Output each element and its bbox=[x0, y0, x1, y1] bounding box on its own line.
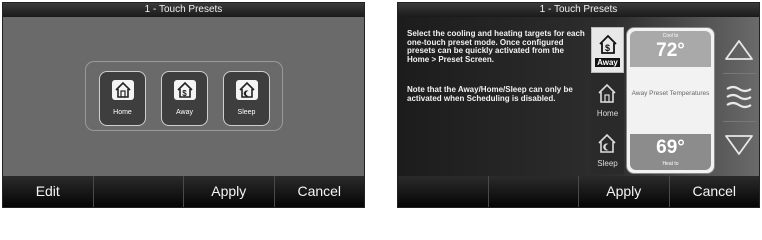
fan-waves-icon[interactable] bbox=[719, 81, 759, 113]
house-icon bbox=[598, 83, 616, 103]
up-arrow-icon[interactable] bbox=[719, 34, 759, 64]
footer-bar: Edit Apply Cancel bbox=[3, 176, 364, 207]
edit-button[interactable]: Edit bbox=[3, 176, 94, 207]
preset-home-button[interactable]: Home bbox=[99, 71, 146, 126]
mode-selector: $ Away Home Sleep bbox=[591, 27, 624, 174]
cancel-button[interactable]: Cancel bbox=[670, 176, 760, 207]
down-arrow-icon[interactable] bbox=[719, 131, 759, 161]
divider bbox=[723, 73, 757, 74]
footer-bar: Apply Cancel bbox=[398, 176, 759, 207]
preset-label: Home bbox=[113, 109, 132, 116]
note-text: Note that the Away/Home/Sleep can only b… bbox=[407, 85, 573, 103]
empty-footer-slot bbox=[398, 176, 489, 207]
svg-text:$: $ bbox=[605, 43, 610, 53]
mode-label: Away bbox=[595, 58, 620, 67]
cool-label: Cool to bbox=[662, 33, 679, 39]
mode-label: Sleep bbox=[597, 159, 618, 168]
preset-away-button[interactable]: $ Away bbox=[161, 71, 208, 126]
presets-screen: 1 - Touch Presets Home $ Away Sleep Edit… bbox=[2, 2, 365, 208]
instructions-text: Select the cooling and heating targets f… bbox=[407, 29, 585, 64]
heat-value: 69° bbox=[656, 137, 685, 158]
preset-label: Away bbox=[176, 109, 193, 116]
mode-home-button[interactable]: Home bbox=[591, 77, 624, 123]
mode-sleep-button[interactable]: Sleep bbox=[591, 127, 624, 173]
svg-text:$: $ bbox=[182, 89, 187, 98]
apply-button[interactable]: Apply bbox=[184, 176, 275, 207]
house-dollar-icon: $ bbox=[174, 80, 196, 100]
house-icon bbox=[112, 80, 134, 100]
divider bbox=[723, 121, 757, 122]
apply-button[interactable]: Apply bbox=[579, 176, 670, 207]
empty-footer-slot bbox=[94, 176, 184, 207]
heat-setpoint[interactable]: 69° Heat to bbox=[630, 134, 711, 170]
heat-label: Heat to bbox=[662, 161, 679, 167]
temperature-card: Cool to 72° Away Preset Temperatures 69°… bbox=[626, 27, 715, 174]
mode-label: Home bbox=[596, 109, 619, 118]
preset-label: Sleep bbox=[237, 109, 256, 116]
house-moon-icon bbox=[598, 133, 616, 153]
house-dollar-icon: $ bbox=[599, 34, 617, 54]
preset-sleep-button[interactable]: Sleep bbox=[223, 71, 270, 126]
screen-title: 1 - Touch Presets bbox=[398, 3, 759, 17]
cool-value: 72° bbox=[656, 40, 685, 61]
preset-edit-screen: 1 - Touch Presets Select the cooling and… bbox=[397, 2, 760, 208]
mode-away-button[interactable]: $ Away bbox=[591, 27, 624, 73]
preset-temperatures-label: Away Preset Temperatures bbox=[631, 90, 710, 97]
empty-footer-slot bbox=[489, 176, 579, 207]
screen-title: 1 - Touch Presets bbox=[3, 3, 364, 17]
cool-setpoint[interactable]: Cool to 72° bbox=[630, 31, 711, 67]
house-moon-icon bbox=[236, 80, 258, 100]
cancel-button[interactable]: Cancel bbox=[275, 176, 365, 207]
